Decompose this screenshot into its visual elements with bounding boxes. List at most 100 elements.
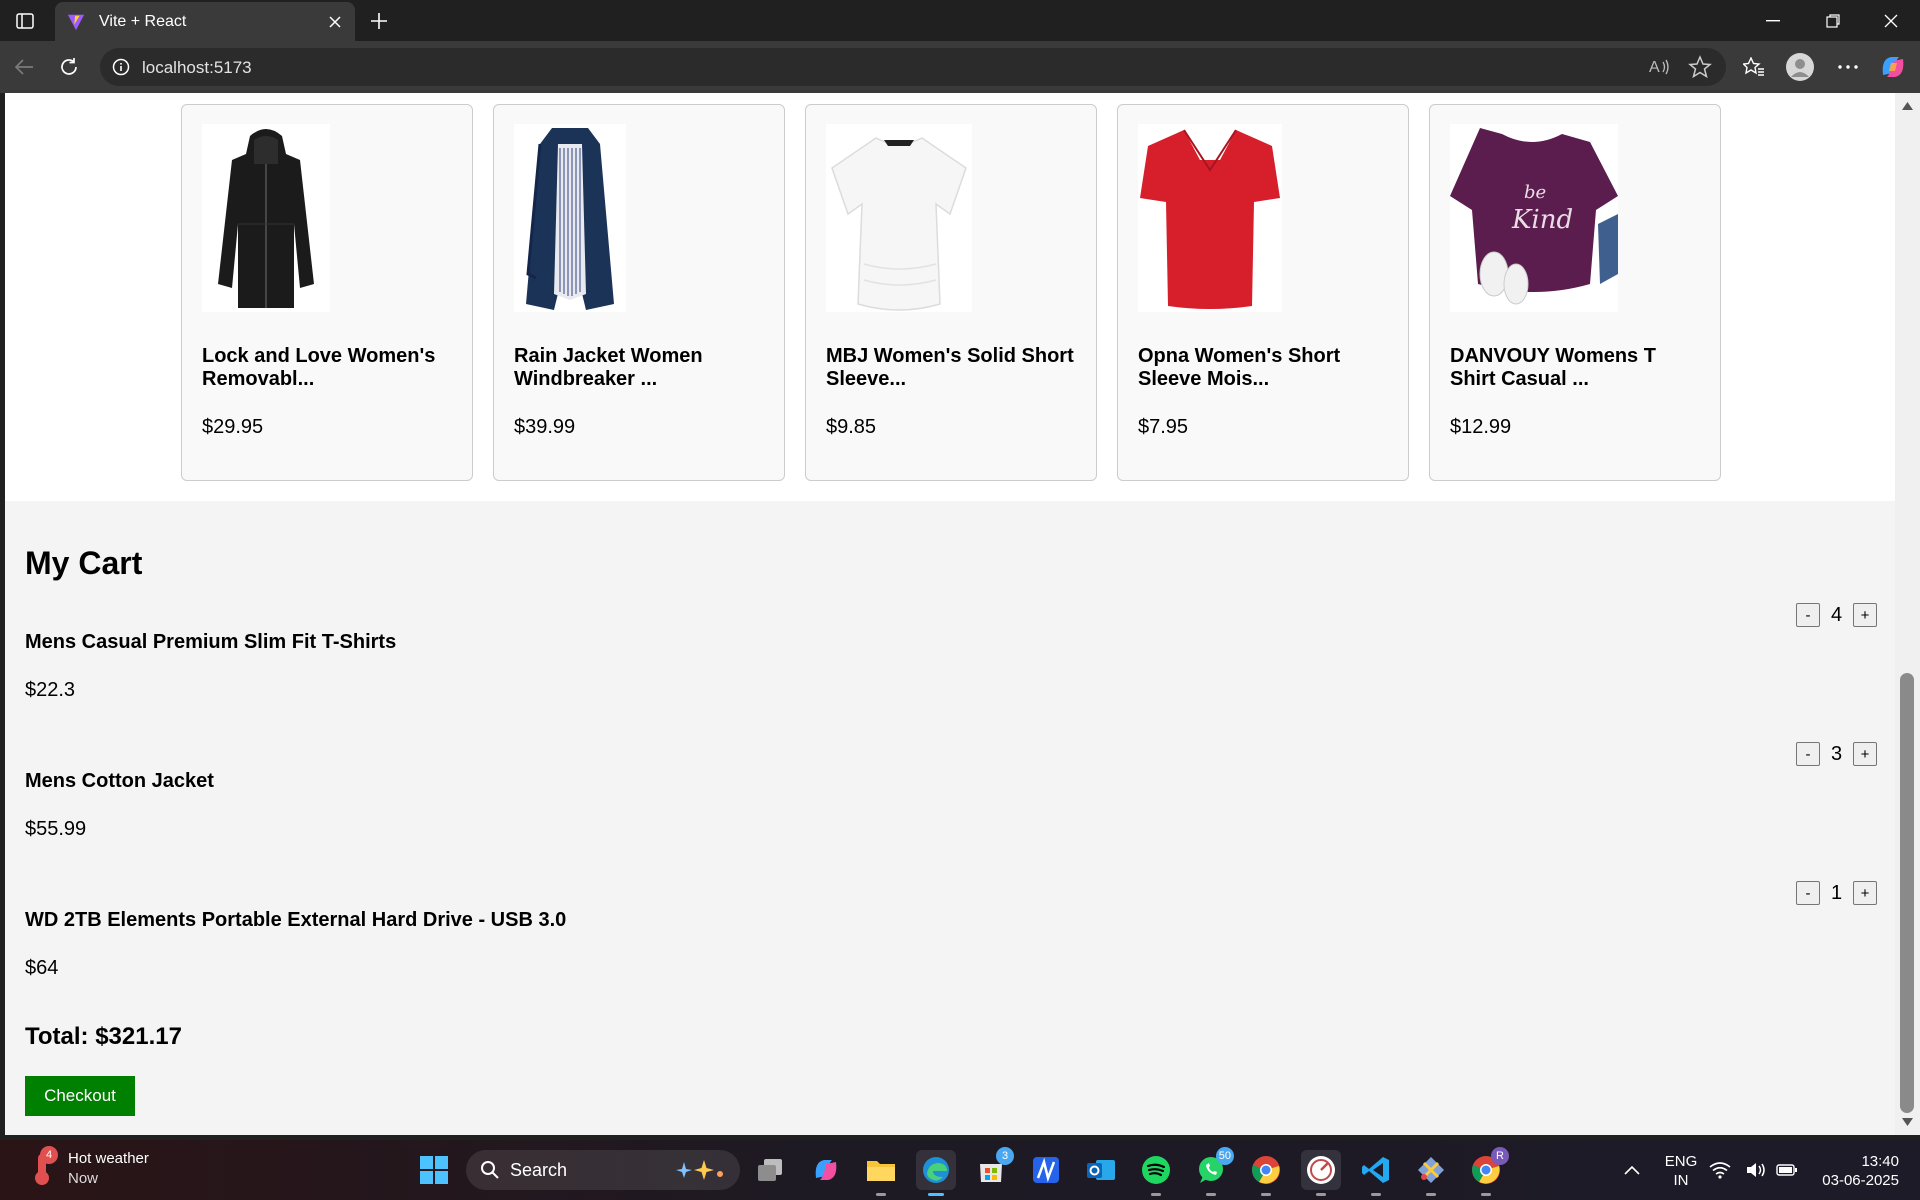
- battery-icon[interactable]: [1774, 1150, 1800, 1190]
- file-explorer-icon[interactable]: [861, 1150, 901, 1196]
- browser-titlebar: Vite + React: [0, 0, 1920, 41]
- product-image-purple-be-kind-tshirt: be Kind: [1450, 124, 1618, 312]
- quantity-stepper: - 3 +: [1796, 742, 1877, 766]
- cart-item: - 1 + WD 2TB Elements Portable External …: [5, 881, 1895, 991]
- product-image-red-vneck-tshirt: [1138, 124, 1282, 312]
- product-card[interactable]: Lock and Love Women's Removabl... $29.95: [181, 104, 473, 481]
- product-card[interactable]: MBJ Women's Solid Short Sleeve... $9.85: [805, 104, 1097, 481]
- cart-heading: My Cart: [25, 545, 143, 581]
- product-price: $9.85: [826, 416, 877, 438]
- active-indicator: [928, 1193, 944, 1196]
- product-card[interactable]: Opna Women's Short Sleeve Mois... $7.95: [1117, 104, 1409, 481]
- more-menu-icon[interactable]: [1832, 51, 1864, 83]
- cart-item: - 4 + Mens Casual Premium Slim Fit T-Shi…: [5, 603, 1895, 713]
- new-tab-icon[interactable]: [364, 6, 394, 36]
- cart-item-name: Mens Casual Premium Slim Fit T-Shirts: [25, 631, 397, 653]
- windows-start-icon[interactable]: [414, 1150, 454, 1190]
- refresh-icon[interactable]: [53, 51, 85, 83]
- product-card[interactable]: be Kind DANVOUY Womens T Shirt Casual ...…: [1429, 104, 1721, 481]
- wifi-icon[interactable]: [1707, 1150, 1733, 1190]
- product-price: $39.99: [514, 416, 576, 438]
- taskbar-search[interactable]: Search: [466, 1150, 740, 1190]
- decrement-button[interactable]: -: [1796, 881, 1820, 905]
- read-aloud-icon[interactable]: A: [1648, 56, 1672, 78]
- weather-badge: 4: [40, 1146, 58, 1164]
- minimize-icon[interactable]: [1744, 0, 1802, 41]
- profile-avatar-icon[interactable]: [1784, 51, 1816, 83]
- product-price: $7.95: [1138, 416, 1189, 438]
- favorites-icon[interactable]: [1738, 51, 1770, 83]
- cart-item-price: $22.3: [25, 679, 76, 701]
- store-badge: 3: [996, 1147, 1014, 1165]
- product-image-white-tshirt: [826, 124, 972, 312]
- vite-logo-icon: [67, 14, 85, 30]
- cart-item-price: $64: [25, 957, 59, 979]
- product-title: Rain Jacket Women Windbreaker ...: [514, 345, 703, 390]
- cart-item-price: $55.99: [25, 818, 87, 840]
- close-window-icon[interactable]: [1862, 0, 1920, 41]
- running-indicator: [1151, 1193, 1161, 1196]
- task-view-icon[interactable]: [750, 1150, 790, 1190]
- scrollbar-thumb[interactable]: [1900, 673, 1914, 1113]
- increment-button[interactable]: +: [1853, 603, 1877, 627]
- snipping-tool-icon[interactable]: [1411, 1150, 1451, 1196]
- product-image-text: be: [1524, 182, 1546, 203]
- system-clock[interactable]: 13:40 03-06-2025: [1815, 1152, 1899, 1190]
- cart-total: Total: $321.17: [25, 1023, 182, 1050]
- chrome-icon[interactable]: [1246, 1150, 1286, 1196]
- running-indicator: [1261, 1193, 1271, 1196]
- browser-toolbar: localhost:5173 A: [0, 41, 1920, 93]
- windows-taskbar: 4 Hot weather Now Search 3 50 R ENG IN 1…: [0, 1140, 1920, 1200]
- input-language[interactable]: ENG IN: [1663, 1152, 1699, 1190]
- browser-tab[interactable]: Vite + React: [55, 2, 355, 41]
- svg-text:Kind: Kind: [1511, 205, 1573, 235]
- add-favorite-star-icon[interactable]: [1688, 55, 1712, 79]
- decrement-button[interactable]: -: [1796, 603, 1820, 627]
- quantity-value: 1: [1830, 881, 1843, 904]
- edge-browser-icon[interactable]: [916, 1150, 956, 1196]
- cart-item-name: WD 2TB Elements Portable External Hard D…: [25, 909, 567, 931]
- page-scrollbar[interactable]: [1895, 93, 1920, 1135]
- spotify-icon[interactable]: [1136, 1150, 1176, 1196]
- increment-button[interactable]: +: [1853, 742, 1877, 766]
- microsoft-store-icon[interactable]: 3: [971, 1147, 1014, 1190]
- sidebar-toggle-icon[interactable]: [10, 8, 40, 34]
- running-indicator: [1316, 1193, 1326, 1196]
- address-bar[interactable]: localhost:5173 A: [100, 48, 1726, 86]
- decrement-button[interactable]: -: [1796, 742, 1820, 766]
- math-app-icon[interactable]: [1026, 1150, 1066, 1190]
- vscode-icon[interactable]: [1356, 1150, 1396, 1196]
- product-grid: Lock and Love Women's Removabl... $29.95 …: [5, 93, 1895, 501]
- copilot-icon[interactable]: [1877, 51, 1909, 83]
- search-highlight-icon: [676, 1160, 723, 1180]
- thermometer-icon: 4: [22, 1146, 62, 1188]
- postman-icon[interactable]: [1301, 1150, 1341, 1196]
- site-info-icon[interactable]: [112, 58, 130, 76]
- restore-icon[interactable]: [1804, 0, 1862, 41]
- product-title: DANVOUY Womens T Shirt Casual ...: [1450, 345, 1656, 390]
- whatsapp-badge: 50: [1215, 1147, 1234, 1165]
- product-title: Lock and Love Women's Removabl...: [202, 345, 436, 390]
- copilot-app-icon[interactable]: [806, 1150, 846, 1190]
- tab-close-icon[interactable]: [321, 8, 349, 36]
- scroll-down-arrow-icon[interactable]: [1900, 1115, 1915, 1129]
- increment-button[interactable]: +: [1853, 881, 1877, 905]
- cart-item: - 3 + Mens Cotton Jacket $55.99: [5, 742, 1895, 852]
- weather-widget[interactable]: 4 Hot weather Now: [22, 1146, 149, 1188]
- running-indicator: [1426, 1193, 1436, 1196]
- show-hidden-icons-chevron-icon[interactable]: [1612, 1150, 1652, 1190]
- weather-subtitle: Now: [68, 1169, 99, 1187]
- product-image-navy-rain-jacket: [514, 124, 626, 312]
- product-card[interactable]: Rain Jacket Women Windbreaker ... $39.99: [493, 104, 785, 481]
- url-text: localhost:5173: [142, 58, 252, 77]
- running-indicator: [1206, 1193, 1216, 1196]
- back-arrow-icon[interactable]: [8, 51, 40, 83]
- volume-icon[interactable]: [1743, 1150, 1769, 1190]
- whatsapp-icon[interactable]: 50: [1191, 1147, 1234, 1196]
- checkout-button[interactable]: Checkout: [25, 1076, 135, 1116]
- product-price: $29.95: [202, 416, 264, 438]
- scroll-up-arrow-icon[interactable]: [1900, 99, 1915, 113]
- outlook-icon[interactable]: [1081, 1150, 1121, 1190]
- running-indicator: [1371, 1193, 1381, 1196]
- chrome-profile-icon[interactable]: R: [1466, 1147, 1509, 1196]
